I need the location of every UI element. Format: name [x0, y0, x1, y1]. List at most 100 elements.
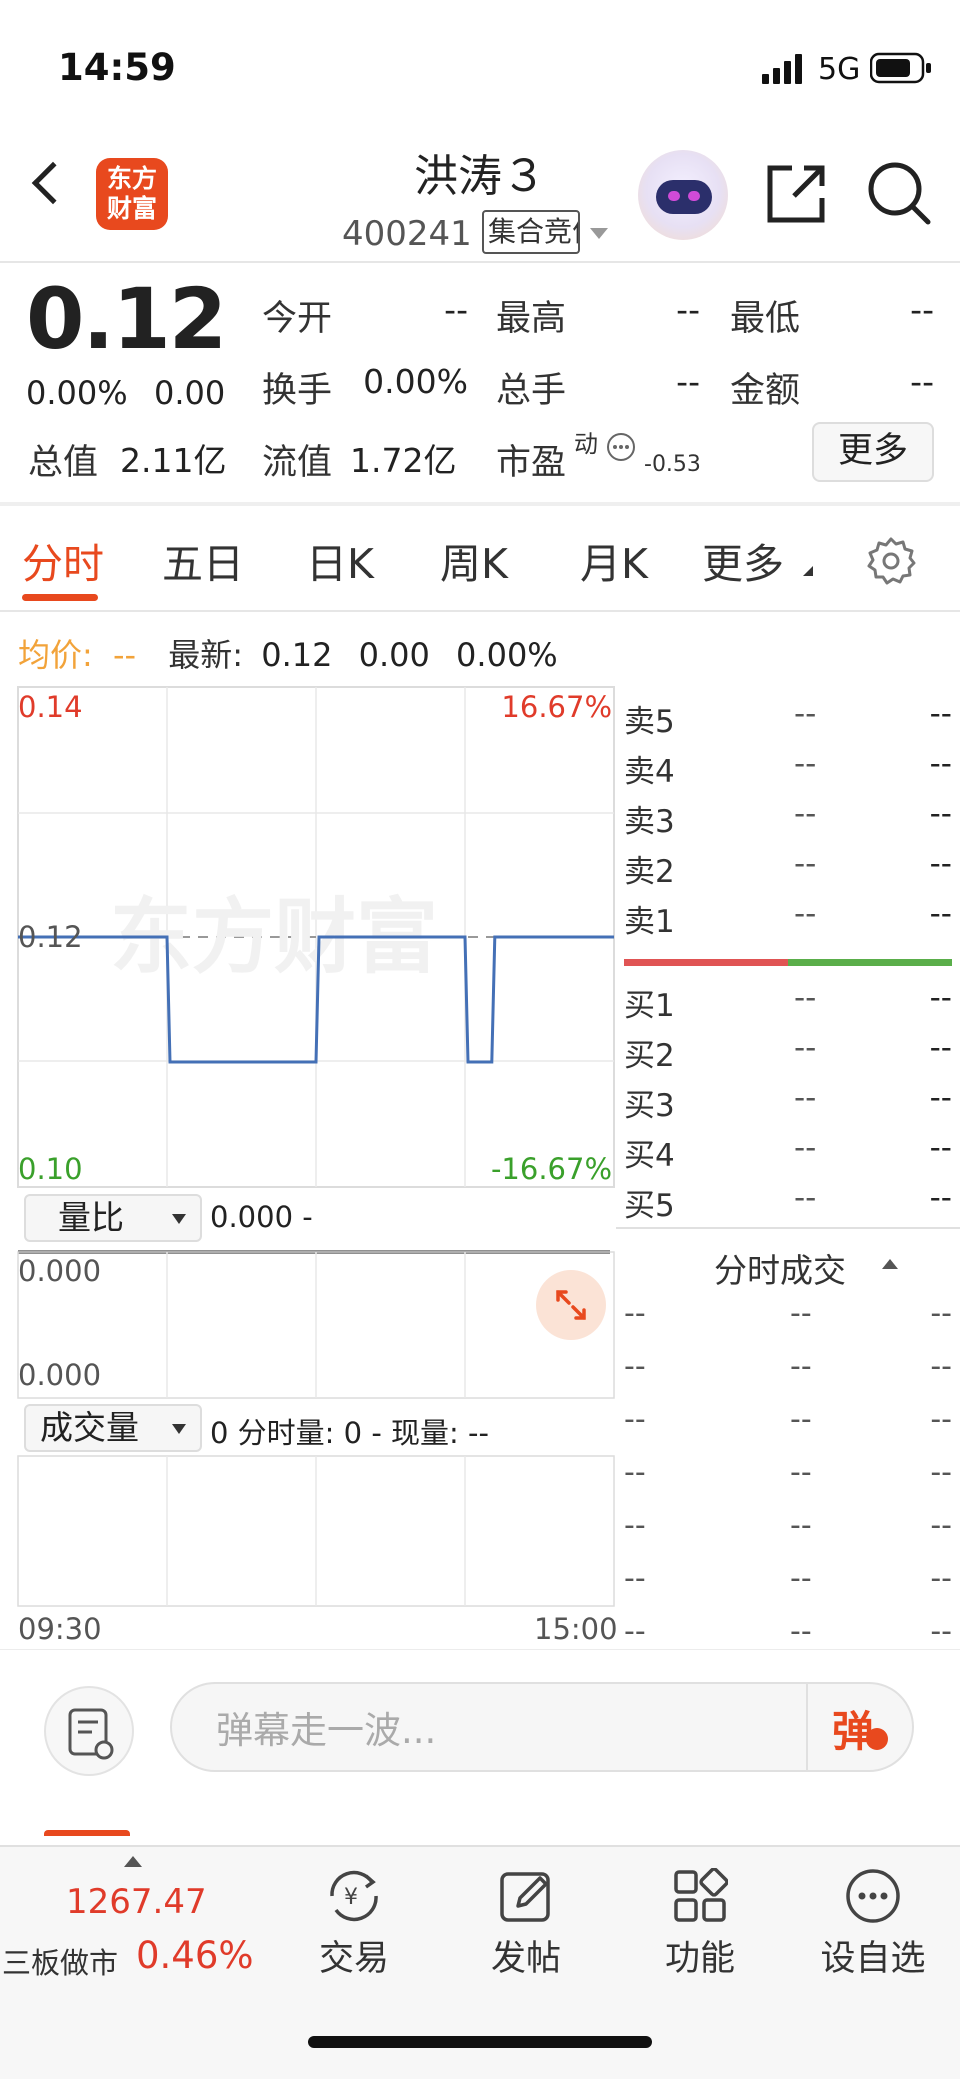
bid-price: --	[794, 980, 817, 1016]
bid-label: 买5	[624, 1188, 675, 1224]
ask-row: 卖3 -- --	[624, 796, 952, 844]
tick-time: --	[624, 1614, 646, 1649]
tick-price: --	[790, 1349, 812, 1384]
bid-row: 买3 -- --	[624, 1080, 952, 1128]
tick-price: --	[790, 1455, 812, 1490]
bid-label: 买3	[624, 1088, 675, 1124]
yuan-exchange-icon: ¥	[330, 1870, 378, 1922]
expand-icon	[556, 1290, 586, 1320]
ask-volume: --	[929, 746, 952, 782]
nav-add-watchlist-label: 设自选	[820, 1939, 926, 1979]
pct-axis-bottom: -16.67%	[490, 1152, 612, 1186]
y-axis-top: 0.14	[18, 690, 83, 724]
edit-icon	[500, 1872, 550, 1922]
bid-side-bar	[788, 959, 952, 966]
index-change-pct[interactable]: 0.46%	[136, 1934, 254, 1977]
tick-row: -- -- --	[624, 1561, 952, 1601]
ask-label: 卖3	[624, 804, 675, 840]
bid-row: 买4 -- --	[624, 1130, 952, 1178]
ask-row: 卖2 -- --	[624, 846, 952, 894]
tick-volume: --	[930, 1561, 952, 1596]
bid-row: 买1 -- --	[624, 980, 952, 1028]
tick-volume: --	[930, 1614, 952, 1649]
tick-price: --	[790, 1296, 812, 1331]
ask-volume: --	[929, 696, 952, 732]
ticks-caret-icon[interactable]	[882, 1259, 898, 1269]
vr-axis-top: 0.000	[18, 1254, 102, 1288]
svg-text:¥: ¥	[344, 1885, 358, 1910]
tick-price: --	[790, 1561, 812, 1596]
time-axis-start: 09:30	[18, 1612, 102, 1646]
tick-time: --	[624, 1402, 646, 1437]
volume-ratio-dropdown-icon[interactable]	[172, 1214, 186, 1224]
tick-price: --	[790, 1402, 812, 1437]
expand-button[interactable]	[536, 1270, 606, 1340]
tick-volume: --	[930, 1402, 952, 1437]
tick-time: --	[624, 1508, 646, 1543]
tick-price: --	[790, 1614, 812, 1649]
more-icon	[846, 1869, 900, 1923]
volume-ratio-value: 0.000 -	[210, 1200, 313, 1234]
danmu-separator	[806, 1684, 808, 1770]
sub-tab-active-peek	[44, 1830, 130, 1846]
message-settings-icon	[68, 1708, 114, 1760]
ticks-title[interactable]: 分时成交	[714, 1244, 846, 1292]
ask-label: 卖1	[624, 904, 675, 940]
index-name[interactable]: 三板做市	[2, 1940, 118, 1982]
tick-volume: --	[930, 1296, 952, 1331]
bid-price: --	[794, 1080, 817, 1116]
bid-volume: --	[929, 1030, 952, 1066]
tick-row: -- -- --	[624, 1455, 952, 1495]
bid-price: --	[794, 1180, 817, 1216]
index-expand-icon[interactable]	[124, 1856, 142, 1867]
bid-volume: --	[929, 1180, 952, 1216]
ask-label: 卖2	[624, 854, 675, 890]
index-value[interactable]: 1267.47	[66, 1882, 207, 1922]
danmu-button[interactable]: 弹	[832, 1698, 874, 1759]
ask-label: 卖4	[624, 754, 675, 790]
ask-volume: --	[929, 896, 952, 932]
pct-axis-top: 16.67%	[501, 690, 612, 724]
sub-tabs-peek	[0, 1800, 960, 1846]
bid-row: 买2 -- --	[624, 1030, 952, 1078]
bid-price: --	[794, 1130, 817, 1166]
ask-price: --	[794, 896, 817, 932]
vr-axis-bottom: 0.000	[18, 1358, 102, 1392]
volume-dropdown-icon[interactable]	[172, 1424, 186, 1434]
y-axis-bottom: 0.10	[18, 1152, 83, 1186]
nav-add-watchlist[interactable]: 设自选	[813, 1858, 933, 1998]
tick-time: --	[624, 1561, 646, 1596]
tick-time: --	[624, 1296, 646, 1331]
grid-icon	[674, 1868, 728, 1922]
tick-row: -- -- --	[624, 1508, 952, 1548]
ask-volume: --	[929, 846, 952, 882]
message-button[interactable]	[44, 1686, 134, 1776]
bid-row: 买5 -- --	[624, 1180, 952, 1228]
nav-post[interactable]: 发帖	[466, 1858, 586, 1998]
ask-label: 卖5	[624, 704, 675, 740]
volume-selector-label: 成交量	[40, 1408, 139, 1447]
tick-row: -- -- --	[624, 1614, 952, 1654]
tick-row: -- -- --	[624, 1402, 952, 1442]
bid-label: 买1	[624, 988, 675, 1024]
tick-row: -- -- --	[624, 1296, 952, 1336]
ask-volume: --	[929, 796, 952, 832]
tick-time: --	[624, 1455, 646, 1490]
tick-row: -- -- --	[624, 1349, 952, 1389]
tick-time: --	[624, 1349, 646, 1384]
ask-row: 卖5 -- --	[624, 696, 952, 744]
bid-volume: --	[929, 1130, 952, 1166]
nav-trade[interactable]: ¥ 交易	[294, 1858, 414, 1998]
nav-functions[interactable]: 功能	[640, 1858, 760, 1998]
ask-price: --	[794, 696, 817, 732]
nav-functions-label: 功能	[664, 1939, 735, 1979]
time-axis-end: 15:00	[534, 1612, 618, 1646]
home-indicator[interactable]	[308, 2036, 652, 2048]
tick-volume: --	[930, 1349, 952, 1384]
bid-label: 买2	[624, 1038, 675, 1074]
bid-volume: --	[929, 980, 952, 1016]
y-axis-mid: 0.12	[18, 920, 83, 954]
ask-row: 卖1 -- --	[624, 896, 952, 944]
danmu-check-icon	[866, 1728, 888, 1750]
ask-side-bar	[624, 959, 788, 966]
